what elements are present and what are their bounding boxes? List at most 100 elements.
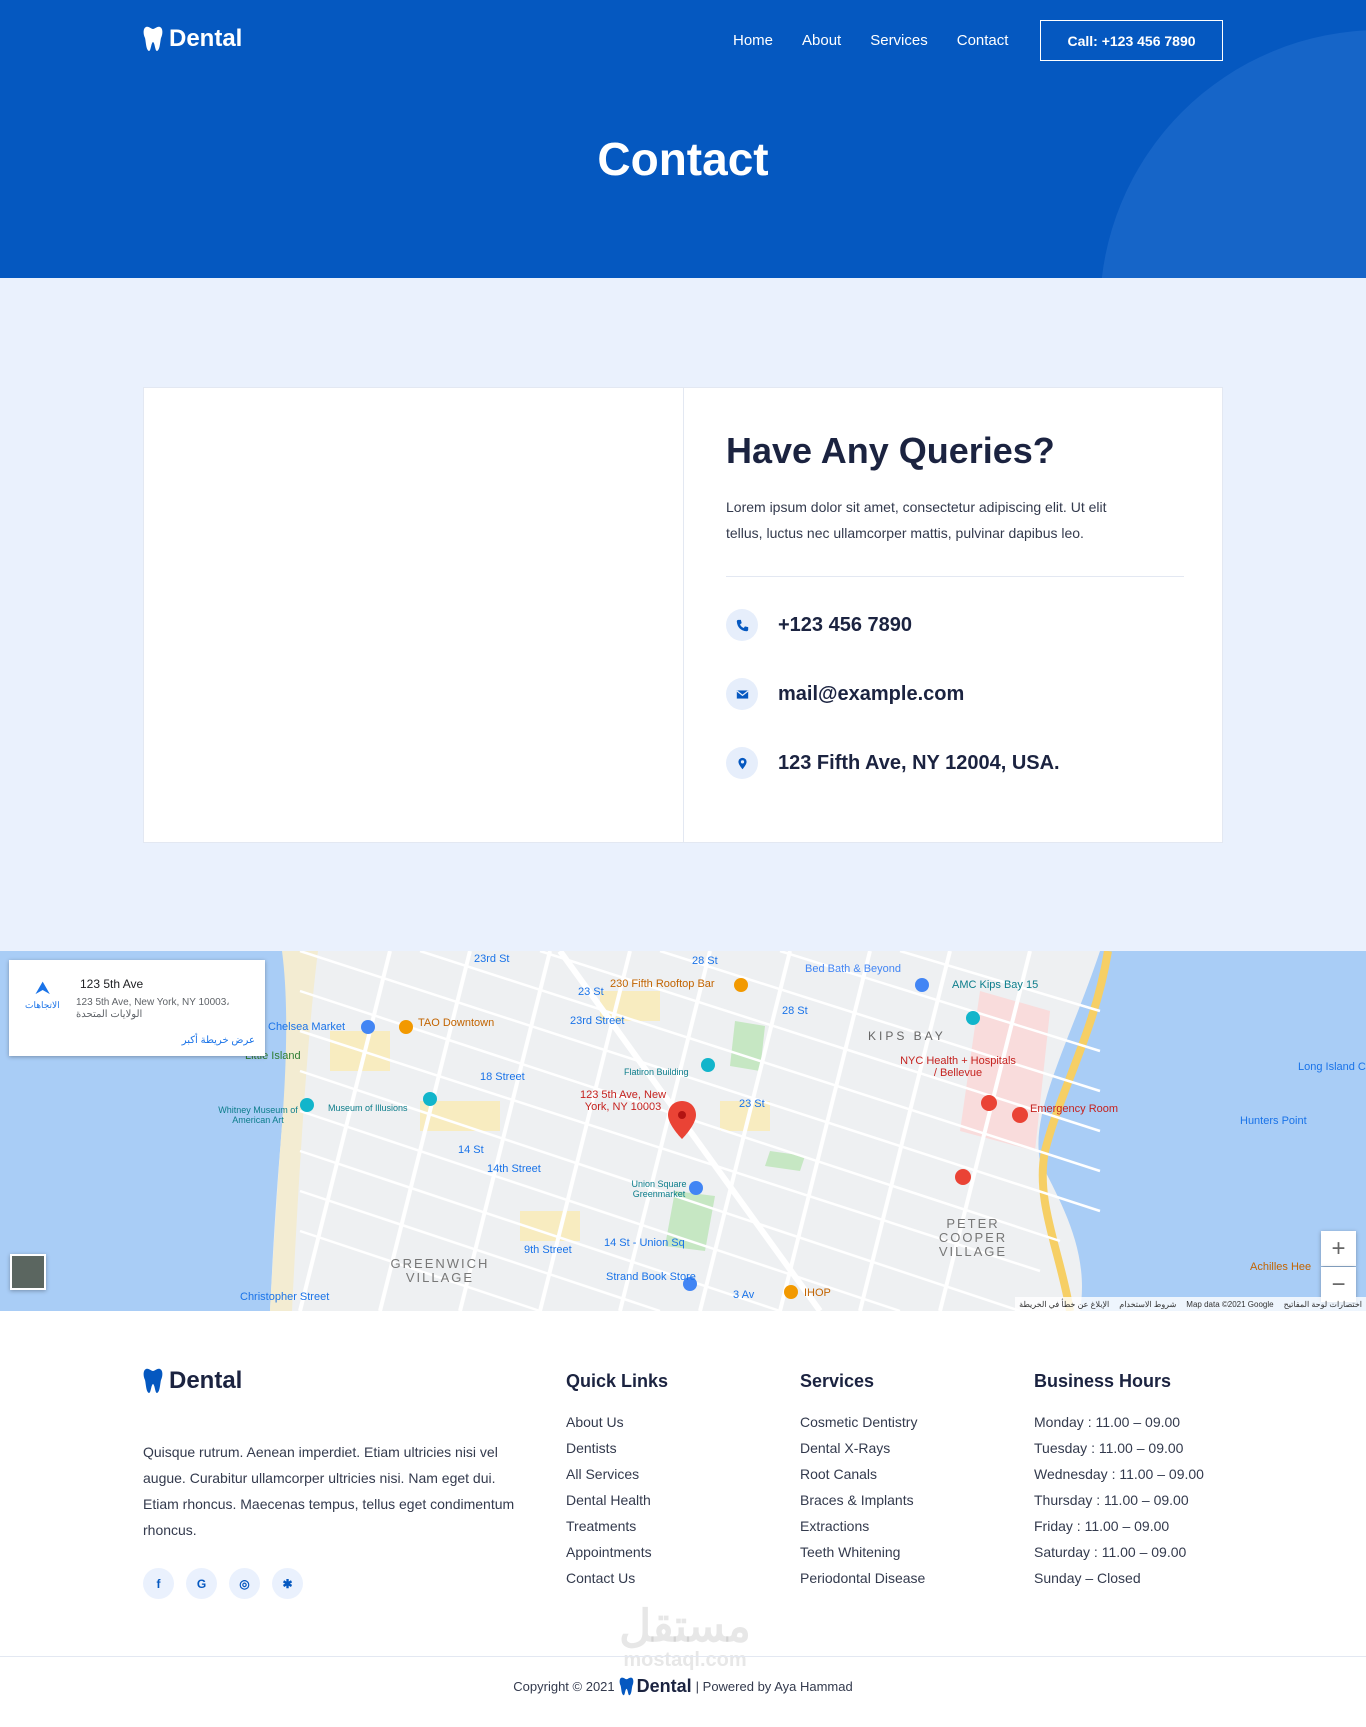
footer-link[interactable]: Treatments [566, 1513, 668, 1539]
map-label-achilles[interactable]: Achilles Hee [1250, 1261, 1311, 1273]
logo-text: Dental [169, 25, 243, 52]
services-column: Services Cosmetic Dentistry Dental X-Ray… [800, 1371, 925, 1591]
view-larger-map-link[interactable]: عرض خريطة أكبر [182, 1035, 255, 1046]
map-marker-label[interactable]: 123 5th Ave, New York, NY 10003 [568, 1089, 678, 1113]
service-link[interactable]: Periodontal Disease [800, 1565, 925, 1591]
hours-item: Sunday – Closed [1034, 1570, 1141, 1586]
map-label-kips-bay: KIPS BAY [868, 1029, 946, 1043]
nav-links: Home About Services Contact [733, 32, 1008, 49]
hours-item: Saturday : 11.00 – 09.00 [1034, 1544, 1187, 1560]
site-footer: Dental Quisque rutrum. Aenean imperdiet.… [0, 1311, 1366, 1727]
instagram-icon[interactable]: ◎ [229, 1568, 260, 1599]
service-link[interactable]: Extractions [800, 1513, 925, 1539]
map-label-9th-street[interactable]: 9th Street [524, 1244, 572, 1256]
map-label-nyc-health[interactable]: NYC Health + Hospitals / Bellevue [898, 1055, 1018, 1079]
nav-contact[interactable]: Contact [957, 32, 1009, 49]
page-title: Contact [597, 133, 769, 185]
site-logo[interactable]: Dental [143, 25, 242, 53]
map-attribution: الإبلاغ عن خطأ في الخريطة شروط الاستخدام… [1015, 1297, 1366, 1311]
directions-icon[interactable]: ⮝ [35, 978, 50, 999]
map-place-address: 123 5th Ave, New York, NY 10003، الولايا… [76, 997, 230, 1020]
footer-divider [0, 1656, 1366, 1657]
footer-link[interactable]: Contact Us [566, 1565, 668, 1591]
tooth-icon [143, 26, 163, 51]
footer-link[interactable]: All Services [566, 1461, 668, 1487]
map-label-bed-bath[interactable]: Bed Bath & Beyond [805, 963, 901, 975]
copyright-bar: Copyright © 2021 Dental | Powered by Aya… [0, 1676, 1366, 1697]
address-text: 123 Fifth Ave, NY 12004, USA. [778, 751, 1060, 774]
map-label-28st-b[interactable]: 28 St [782, 1005, 808, 1017]
service-link[interactable]: Braces & Implants [800, 1487, 925, 1513]
copyright-logo[interactable]: Dental [619, 1676, 692, 1697]
google-icon[interactable]: G [186, 1568, 217, 1599]
social-links: f G ◎ ✱ [143, 1568, 303, 1599]
report-map-error-link[interactable]: الإبلاغ عن خطأ في الخريطة [1019, 1300, 1109, 1309]
zoom-in-button[interactable]: + [1321, 1231, 1356, 1266]
nav-services[interactable]: Services [870, 32, 928, 49]
email-row[interactable]: mail@example.com [726, 678, 964, 710]
map-label-hunters-point: Hunters Point [1240, 1115, 1307, 1127]
map-label-greenwich: GREENWICH VILLAGE [390, 1256, 490, 1285]
quick-links-title: Quick Links [566, 1371, 669, 1391]
quick-links-column: Quick Links About Us Dentists All Servic… [566, 1371, 668, 1591]
nav-about[interactable]: About [802, 32, 841, 49]
yelp-icon[interactable]: ✱ [272, 1568, 303, 1599]
map-label-23st-a[interactable]: 23 St [578, 986, 604, 998]
map-label-whitney[interactable]: Whitney Museum of American Art [218, 1105, 298, 1125]
mostaql-watermark: مستقل mostaql.com [619, 1602, 751, 1671]
map-label-14st-union[interactable]: 14 St - Union Sq [604, 1237, 685, 1249]
map-label-18-street[interactable]: 18 Street [480, 1071, 525, 1083]
map-label-amc[interactable]: AMC Kips Bay 15 [952, 979, 1038, 991]
business-hours-column: Business Hours Monday : 11.00 – 09.00 Tu… [1034, 1371, 1204, 1591]
map-label-strand[interactable]: Strand Book Store [606, 1271, 696, 1283]
tooth-icon [143, 1368, 163, 1393]
tooth-icon [619, 1677, 634, 1696]
email-text: mail@example.com [778, 682, 965, 705]
map-label-23rd-street[interactable]: 23rd Street [570, 1015, 624, 1027]
footer-link[interactable]: Dentists [566, 1435, 668, 1461]
powered-by-text: | Powered by Aya Hammad [695, 1679, 853, 1694]
footer-link[interactable]: Appointments [566, 1539, 668, 1565]
call-button[interactable]: Call: +123 456 7890 [1040, 20, 1223, 61]
map-label-23rd-st[interactable]: 23rd St [474, 953, 509, 965]
map-place-name: 123 5th Ave [80, 977, 144, 991]
map-label-christopher[interactable]: Christopher Street [240, 1291, 329, 1303]
map-label-flatiron[interactable]: Flatiron Building [624, 1067, 689, 1077]
contact-image-placeholder [144, 388, 684, 842]
map-label-14th-street[interactable]: 14th Street [487, 1163, 541, 1175]
map-label-peter-cooper: PETER COOPER VILLAGE [938, 1216, 1008, 1259]
map-label-illusions[interactable]: Museum of Illusions [328, 1103, 408, 1113]
map-label-emergency[interactable]: Emergency Room [1030, 1103, 1118, 1115]
footer-logo[interactable]: Dental [143, 1367, 242, 1395]
service-link[interactable]: Cosmetic Dentistry [800, 1409, 925, 1435]
directions-link[interactable]: الاتجاهات [25, 1000, 60, 1011]
satellite-toggle[interactable] [10, 1254, 46, 1290]
map-label-3av[interactable]: 3 Av [733, 1289, 754, 1301]
queries-title: Have Any Queries? [726, 430, 1055, 471]
map-label-chelsea[interactable]: Chelsea Market [268, 1021, 345, 1033]
map-label-long-island: Long Island City [1298, 1061, 1366, 1073]
hero-header: Dental Home About Services Contact Call:… [0, 0, 1366, 278]
phone-icon [726, 609, 758, 641]
keyboard-shortcuts-link[interactable]: اختصارات لوحة المفاتيح [1284, 1300, 1362, 1309]
service-link[interactable]: Teeth Whitening [800, 1539, 925, 1565]
facebook-icon[interactable]: f [143, 1568, 174, 1599]
map-data-text: Map data ©2021 Google [1186, 1299, 1274, 1309]
map-label-tao[interactable]: TAO Downtown [418, 1017, 494, 1029]
map-label-28st-a[interactable]: 28 St [692, 955, 718, 967]
hours-item: Friday : 11.00 – 09.00 [1034, 1518, 1170, 1534]
service-link[interactable]: Root Canals [800, 1461, 925, 1487]
nav-home[interactable]: Home [733, 32, 773, 49]
footer-link[interactable]: Dental Health [566, 1487, 668, 1513]
contact-section: Have Any Queries? Lorem ipsum dolor sit … [0, 278, 1366, 951]
map-label-rooftop[interactable]: 230 Fifth Rooftop Bar [610, 978, 715, 990]
footer-link[interactable]: About Us [566, 1409, 668, 1435]
terms-link[interactable]: شروط الاستخدام [1119, 1300, 1176, 1309]
map-label-union-square[interactable]: Union Square Greenmarket [624, 1179, 694, 1199]
map-label-23st-b[interactable]: 23 St [739, 1098, 765, 1110]
map-label-14st[interactable]: 14 St [458, 1144, 484, 1156]
phone-row[interactable]: +123 456 7890 [726, 609, 912, 641]
google-map[interactable]: Bed Bath & Beyond 230 Fifth Rooftop Bar … [0, 951, 1366, 1311]
map-label-ihop[interactable]: IHOP [804, 1287, 831, 1299]
service-link[interactable]: Dental X-Rays [800, 1435, 925, 1461]
